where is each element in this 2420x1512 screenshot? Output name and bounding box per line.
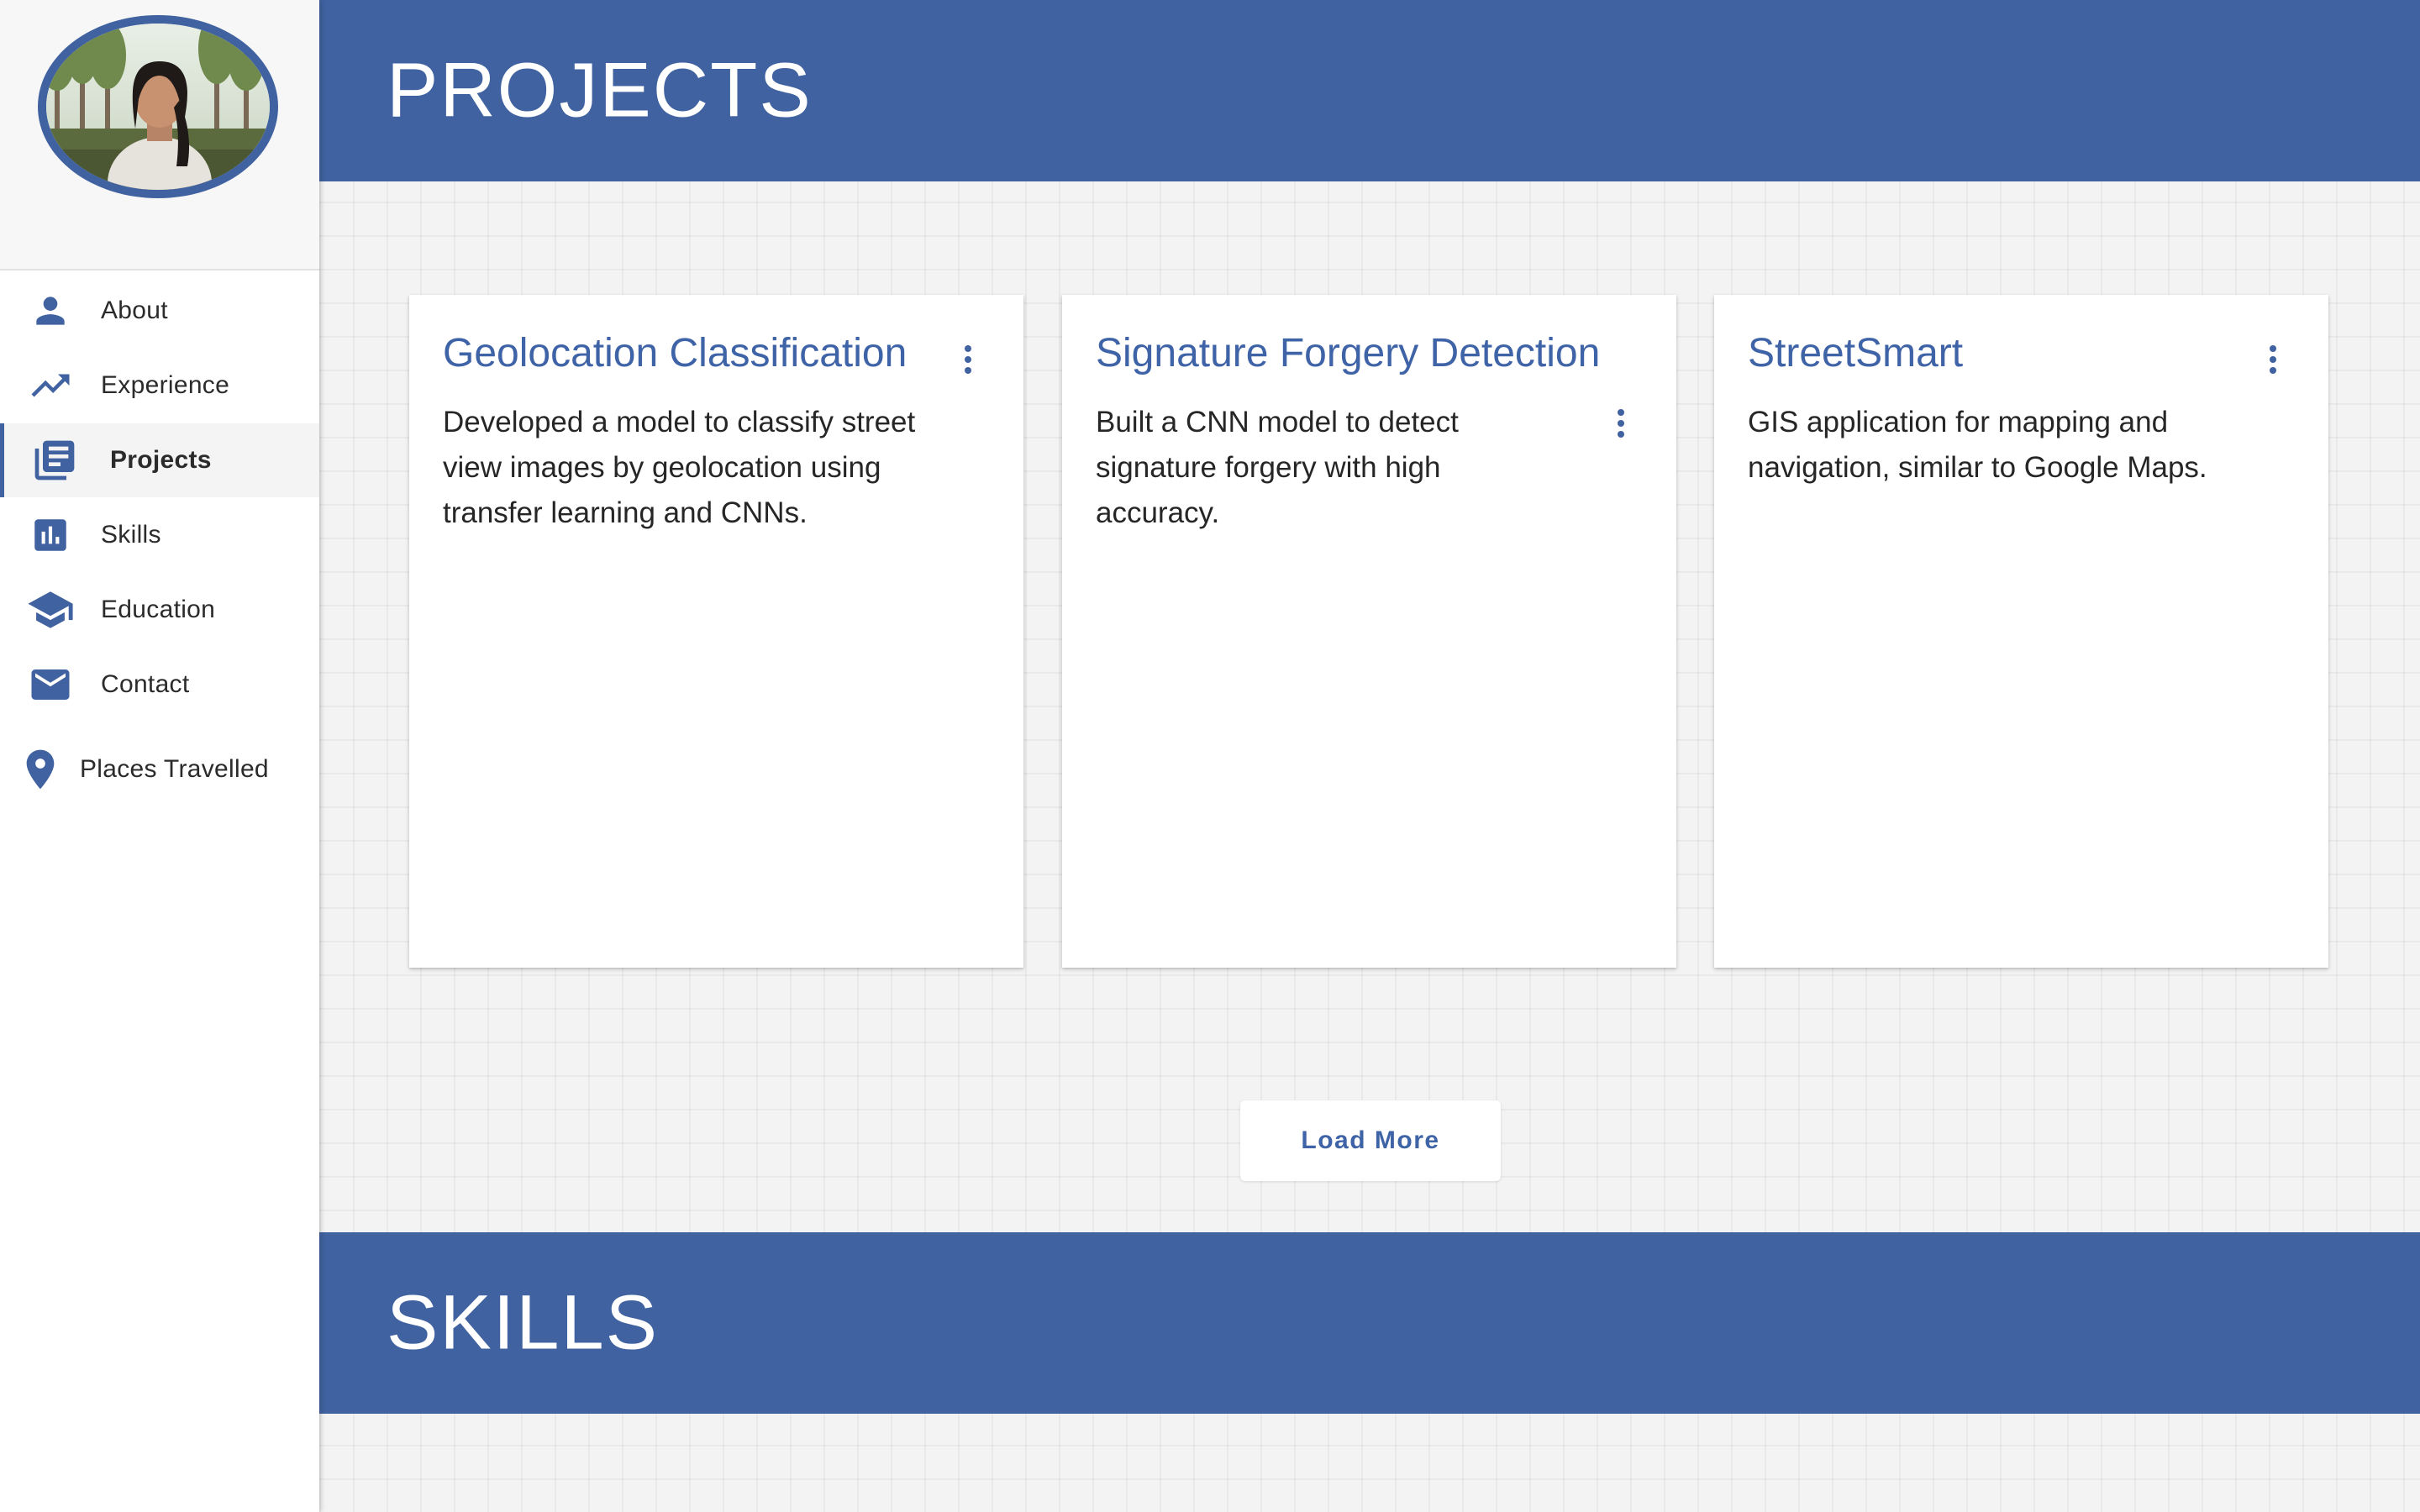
sidebar-item-projects[interactable]: Projects bbox=[0, 423, 319, 497]
trending-up-icon bbox=[25, 360, 76, 411]
person-icon bbox=[25, 286, 76, 336]
card-description: Built a CNN model to detect signature fo… bbox=[1096, 406, 1459, 529]
sidebar: About Experience Projects Skills Educati… bbox=[0, 0, 319, 1512]
sidebar-item-contact[interactable]: Contact bbox=[0, 648, 319, 722]
project-card: Geolocation Classification Developed a m… bbox=[409, 295, 1023, 968]
sidebar-item-experience[interactable]: Experience bbox=[0, 349, 319, 423]
article-icon bbox=[29, 435, 80, 486]
project-card: StreetSmart GIS application for mapping … bbox=[1714, 295, 2328, 968]
skills-header: SKILLS bbox=[319, 1232, 2420, 1414]
graduation-cap-icon bbox=[25, 585, 76, 635]
sidebar-item-places-travelled[interactable]: Places Travelled bbox=[0, 732, 319, 806]
section-title: SKILLS bbox=[387, 1279, 659, 1366]
sidebar-item-label: Experience bbox=[101, 371, 230, 399]
card-title[interactable]: Signature Forgery Detection bbox=[1096, 330, 1600, 376]
sidebar-item-label: Skills bbox=[101, 521, 161, 549]
card-title[interactable]: Geolocation Classification bbox=[443, 330, 907, 376]
sidebar-item-label: Contact bbox=[101, 670, 190, 698]
load-more-button[interactable]: Load More bbox=[1240, 1100, 1501, 1181]
card-title[interactable]: StreetSmart bbox=[1748, 330, 1963, 376]
card-description: Developed a model to classify street vie… bbox=[443, 406, 916, 529]
more-vert-icon[interactable] bbox=[2260, 339, 2286, 381]
more-vert-icon[interactable] bbox=[1608, 402, 1634, 444]
mail-icon bbox=[25, 659, 76, 710]
bar-chart-icon bbox=[25, 510, 76, 560]
section-title: PROJECTS bbox=[387, 47, 813, 134]
sidebar-item-label: Education bbox=[101, 596, 216, 623]
avatar-photo bbox=[46, 24, 270, 190]
profile-area bbox=[0, 0, 319, 270]
project-card: Signature Forgery Detection Built a CNN … bbox=[1062, 295, 1676, 968]
sidebar-item-label: Projects bbox=[110, 446, 212, 474]
avatar[interactable] bbox=[38, 15, 278, 198]
sidebar-item-skills[interactable]: Skills bbox=[0, 498, 319, 572]
sidebar-item-about[interactable]: About bbox=[0, 274, 319, 348]
location-pin-icon bbox=[15, 744, 66, 795]
main-content: PROJECTS Geolocation Classification Deve… bbox=[319, 0, 2420, 1512]
sidebar-item-label: Places Travelled bbox=[80, 755, 269, 783]
card-description: GIS application for mapping and navigati… bbox=[1748, 406, 2207, 484]
more-vert-icon[interactable] bbox=[955, 339, 981, 381]
sidebar-item-label: About bbox=[101, 297, 168, 324]
sidebar-item-education[interactable]: Education bbox=[0, 573, 319, 647]
projects-header: PROJECTS bbox=[319, 0, 2420, 181]
